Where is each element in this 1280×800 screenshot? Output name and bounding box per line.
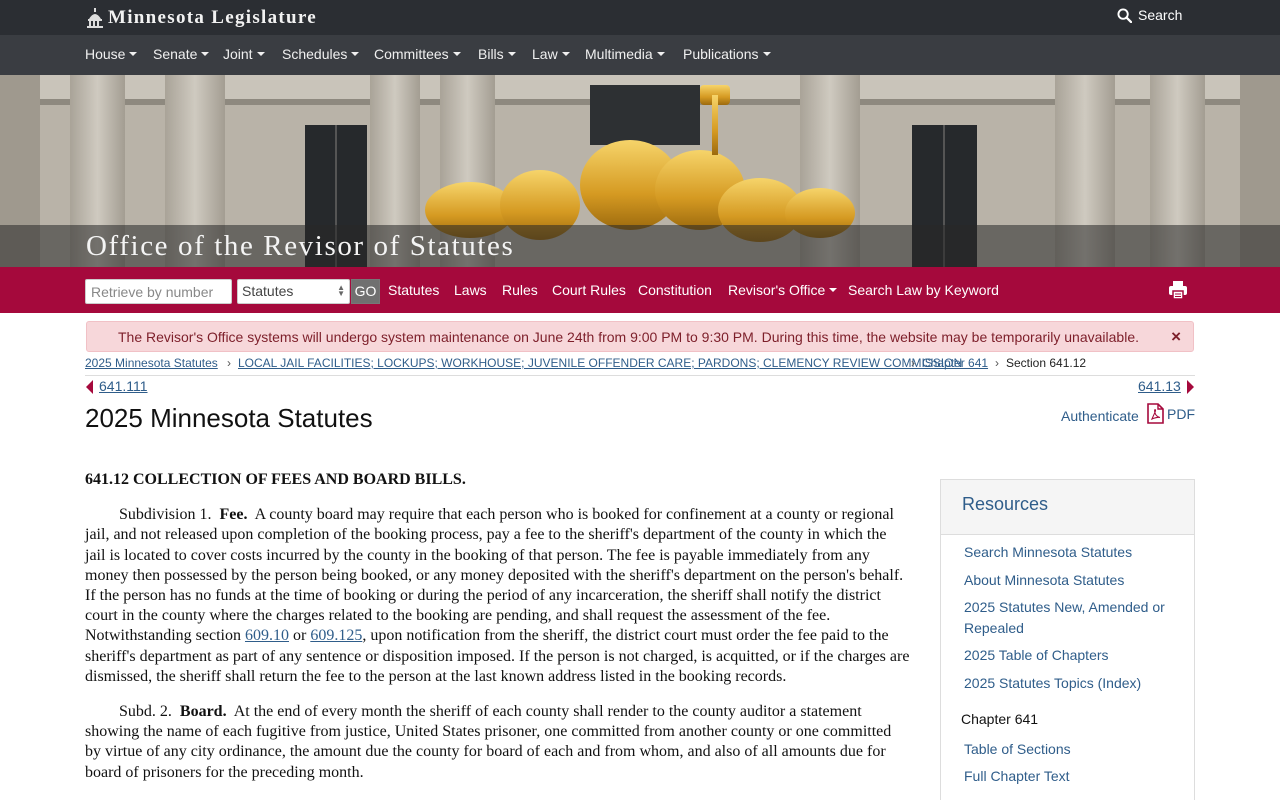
hero-banner: Office of the Revisor of Statutes (0, 75, 1280, 267)
go-button[interactable]: GO (351, 279, 380, 304)
nav-multimedia[interactable]: Multimedia (585, 46, 665, 62)
hero-title: Office of the Revisor of Statutes (86, 230, 515, 262)
hero-title-band: Office of the Revisor of Statutes (0, 225, 1280, 267)
resources-heading: Resources (962, 494, 1049, 514)
nav-senate-label: Senate (153, 46, 198, 62)
subdivision-1: Subdivision 1. Fee. A county board may r… (85, 505, 910, 687)
subd1-text-a: A county board may require that each per… (85, 506, 904, 645)
pdf-link[interactable]: PDF (1147, 403, 1195, 424)
nav-house-label: House (85, 46, 126, 62)
breadcrumb: 2025 Minnesota Statutes › LOCAL JAIL FAC… (85, 356, 1195, 376)
arrow-right-icon[interactable] (1187, 380, 1194, 394)
document-type-select[interactable]: Statutes ▲ ▼ (237, 279, 350, 304)
print-icon[interactable] (1168, 280, 1188, 300)
top-bar: Minnesota Legislature Search (0, 0, 1280, 35)
next-section-link[interactable]: 641.13 (1138, 378, 1181, 394)
search-icon (1117, 7, 1132, 23)
section-link-609-10[interactable]: 609.10 (245, 627, 289, 644)
revisor-link-laws[interactable]: Laws (454, 282, 487, 298)
caret-down-icon (201, 52, 210, 56)
page-title: 2025 Minnesota Statutes (85, 403, 373, 433)
section-heading: 641.12 COLLECTION OF FEES AND BOARD BILL… (85, 471, 466, 488)
maintenance-alert: The Revisor's Office systems will underg… (86, 321, 1194, 352)
caret-down-icon (829, 288, 838, 292)
nav-house[interactable]: House (85, 46, 138, 62)
caret-down-icon (351, 52, 360, 56)
revisor-toolbar: Statutes ▲▼ GO Statutes Laws Rules Court… (0, 267, 1280, 313)
top-search-button[interactable]: Search (1117, 7, 1182, 23)
resource-link-table-of-sections[interactable]: Table of Sections (964, 739, 1179, 760)
nav-bills-label: Bills (478, 46, 504, 62)
revisor-link-rules[interactable]: Rules (502, 282, 538, 298)
nav-joint-label: Joint (223, 46, 253, 62)
nav-publications[interactable]: Publications (683, 46, 771, 62)
subd1-title: Fee. (219, 506, 248, 524)
pdf-icon (1147, 403, 1164, 424)
pdf-label: PDF (1167, 405, 1195, 422)
subd2-prefix: Subd. 2. (119, 703, 172, 721)
nav-committees-label: Committees (374, 46, 449, 62)
breadcrumb-category[interactable]: LOCAL JAIL FACILITIES; LOCKUPS; WORKHOUS… (238, 356, 962, 370)
nav-bills[interactable]: Bills (478, 46, 516, 62)
nav-multimedia-label: Multimedia (585, 46, 653, 62)
select-arrows-icon: ▲ ▼ (337, 283, 345, 298)
chevron-right-icon: › (995, 356, 999, 370)
subd2-title: Board. (179, 703, 227, 721)
nav-law[interactable]: Law (532, 46, 570, 62)
nav-schedules[interactable]: Schedules (282, 46, 360, 62)
nav-publications-label: Publications (683, 46, 759, 62)
top-search-label: Search (1138, 7, 1183, 23)
caret-down-icon (452, 52, 461, 56)
breadcrumb-chapter[interactable]: Chapter 641 (922, 356, 988, 370)
nav-senate[interactable]: Senate (153, 46, 210, 62)
resources-header: Resources (941, 480, 1194, 535)
alert-message: The Revisor's Office systems will underg… (118, 329, 1139, 345)
close-icon[interactable]: × (1171, 327, 1181, 347)
caret-down-icon (762, 52, 771, 56)
chevron-right-icon: › (227, 356, 231, 370)
resource-link-search[interactable]: Search Minnesota Statutes (964, 542, 1179, 563)
subd1-prefix: Subdivision 1. (119, 506, 212, 524)
caret-down-icon (507, 52, 516, 56)
revisor-link-search-by-keyword[interactable]: Search Law by Keyword (848, 282, 999, 298)
retrieve-by-number-input[interactable] (85, 279, 232, 304)
revisor-link-revisors-office[interactable]: Revisor's Office (728, 282, 838, 298)
resource-link-new-amended[interactable]: 2025 Statutes New, Amended or Repealed (964, 597, 1179, 639)
revisor-link-constitution[interactable]: Constitution (638, 282, 712, 298)
resource-link-about[interactable]: About Minnesota Statutes (964, 570, 1179, 591)
subdivision-2: Subd. 2. Board. At the end of every mont… (85, 702, 910, 783)
arrow-left-icon[interactable] (86, 380, 93, 394)
nav-schedules-label: Schedules (282, 46, 348, 62)
nav-joint[interactable]: Joint (223, 46, 265, 62)
authenticate-link[interactable]: Authenticate (1061, 408, 1139, 424)
caret-down-icon (561, 52, 570, 56)
resources-panel: Resources Search Minnesota Statutes Abou… (940, 479, 1195, 800)
site-logo-text: Minnesota Legislature (108, 7, 318, 28)
revisors-office-label: Revisor's Office (728, 282, 826, 298)
resource-link-full-chapter[interactable]: Full Chapter Text (964, 766, 1179, 787)
caret-down-icon (256, 52, 265, 56)
subd1-or: or (292, 627, 307, 645)
resource-link-table-of-chapters[interactable]: 2025 Table of Chapters (964, 645, 1179, 666)
document-type-select-value: Statutes (242, 283, 294, 299)
chapter-subheading: Chapter 641 (961, 711, 1039, 727)
nav-committees[interactable]: Committees (374, 46, 461, 62)
revisor-link-statutes[interactable]: Statutes (388, 282, 439, 298)
main-nav: House Senate Joint Schedules Committees … (0, 35, 1280, 75)
revisor-link-court-rules[interactable]: Court Rules (552, 282, 626, 298)
resource-link-topics-index[interactable]: 2025 Statutes Topics (Index) (964, 673, 1179, 694)
capitol-dome-icon (87, 8, 103, 28)
section-link-609-125[interactable]: 609.125 (310, 627, 362, 644)
previous-section-link[interactable]: 641.111 (99, 378, 148, 394)
breadcrumb-statutes[interactable]: 2025 Minnesota Statutes (85, 356, 218, 370)
statute-content: 641.12 COLLECTION OF FEES AND BOARD BILL… (85, 470, 910, 798)
site-logo[interactable]: Minnesota Legislature (86, 6, 317, 30)
chevron-right-icon: › (911, 356, 915, 370)
caret-down-icon (129, 52, 138, 56)
nav-law-label: Law (532, 46, 558, 62)
breadcrumb-current-section: Section 641.12 (1006, 356, 1087, 370)
caret-down-icon (656, 52, 665, 56)
